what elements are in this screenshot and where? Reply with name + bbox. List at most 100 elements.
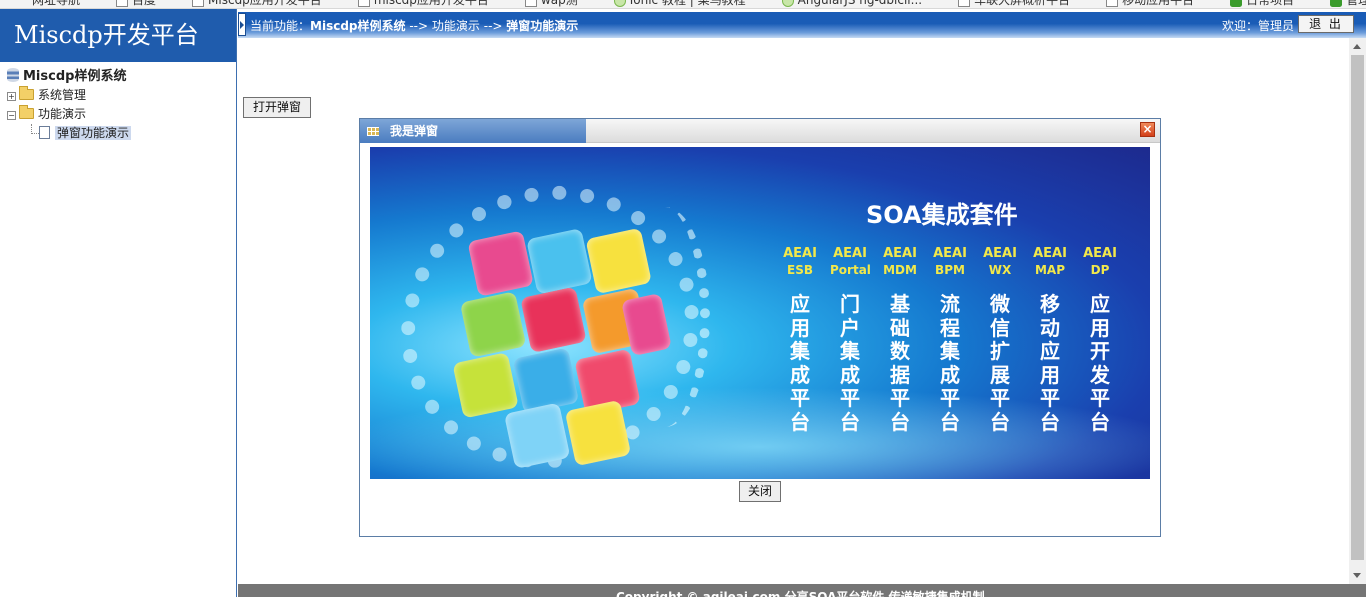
collapse-minus-icon[interactable]: − — [7, 111, 16, 120]
bookmark-item[interactable]: Ionic 教程 | 菜鸟教程 — [613, 0, 746, 8]
breadcrumb-arrow: --> — [409, 19, 429, 33]
nav-tree: Miscdp样例系统 + 系统管理 − 功能演示 弹窗功能演示 — [0, 62, 236, 143]
product-sub: Portal — [830, 263, 871, 277]
globe-icon — [613, 0, 626, 7]
bookmark-label: AngularJS ng-dblcli... — [797, 0, 923, 7]
product-code: AEAI — [1083, 246, 1117, 261]
bookmark-label: 移动应用平台 — [1122, 0, 1195, 7]
product-code: AEAI — [933, 246, 967, 261]
tree-connector — [31, 124, 39, 134]
close-icon[interactable]: × — [1140, 122, 1155, 137]
scroll-down-icon[interactable] — [1353, 573, 1361, 578]
folder-icon — [19, 86, 34, 100]
scroll-up-icon[interactable] — [1353, 44, 1361, 49]
scroll-thumb[interactable] — [1351, 55, 1364, 560]
banner-title: SOA集成套件 — [866, 201, 1018, 229]
product-code: AEAI — [783, 246, 817, 261]
product-name: 微信扩展平台 — [990, 292, 1010, 434]
document-icon — [39, 126, 50, 139]
product-code: AEAI — [883, 246, 917, 261]
tree-node-system-management[interactable]: + 系统管理 — [7, 86, 236, 105]
tree-node-label: 系统管理 — [38, 88, 87, 102]
header-bar: 当前功能：Miscdp样例系统 --> 功能演示 --> 弹窗功能演示 欢迎：管… — [238, 12, 1366, 38]
bookmark-item[interactable]: 百度 — [116, 0, 156, 8]
bookmark-label: Ionic 教程 | 菜鸟教程 — [629, 0, 746, 7]
page-icon — [524, 0, 537, 7]
product-code: AEAI — [833, 246, 867, 261]
bookmarks-list: 网址导航 百度 Miscdp应用开发平台 miscdp应用开发平台 wap测 Ionic … — [8, 0, 1366, 8]
product-column: AEAI MDM 基础数据平台 — [880, 245, 920, 434]
table-icon — [367, 127, 379, 136]
expand-plus-icon[interactable]: + — [7, 92, 16, 101]
bookmark-label: Miscdp应用开发平台 — [208, 0, 322, 7]
collapse-sidebar-handle[interactable] — [238, 13, 246, 36]
product-name: 基础数据平台 — [890, 292, 910, 434]
bookmark-label: 车联大屏概析平台 — [974, 0, 1071, 7]
bookmark-item[interactable]: 移动应用平台 — [1106, 0, 1194, 8]
page-icon — [192, 0, 205, 7]
popup-dialog: 我是弹窗 × SOA集成套件 AEAI ESB 应用集成平台 AEAI Portal 门户… — [359, 118, 1161, 537]
bookmark-item[interactable]: 车联大屏概析平台 — [958, 0, 1070, 8]
bookmark-label: 日常项目 — [1246, 0, 1295, 7]
dialog-title: 我是弹窗 — [390, 124, 439, 138]
footer: Copyright © agileai.com 分享SOA平台软件 传递敏捷集成… — [238, 584, 1366, 597]
brand-title: Miscdp开发平台 — [0, 9, 236, 62]
product-name: 应用开发平台 — [1090, 292, 1110, 434]
product-name: 应用集成平台 — [790, 292, 810, 434]
browser-bookmarks-bar: 网址导航 百度 Miscdp应用开发平台 miscdp应用开发平台 wap测 Ionic … — [0, 0, 1366, 9]
open-popup-button[interactable]: 打开弹窗 — [243, 97, 311, 118]
bookmark-item[interactable]: wap测 — [524, 0, 578, 8]
product-sub: BPM — [935, 263, 965, 277]
logout-button[interactable]: 退 出 — [1298, 15, 1354, 33]
page-icon — [1106, 0, 1119, 7]
breadcrumb-item-current: 弹窗功能演示 — [506, 19, 579, 33]
product-column: AEAI ESB 应用集成平台 — [780, 245, 820, 434]
product-column: AEAI Portal 门户集成平台 — [830, 245, 871, 434]
bookmark-item[interactable]: 管理控制台 — [1330, 0, 1366, 8]
breadcrumb-arrow: --> — [483, 19, 503, 33]
product-name: 流程集成平台 — [940, 292, 960, 434]
baidu-icon — [116, 0, 129, 7]
bookmark-label: 管理控制台 — [1346, 0, 1366, 7]
bookmark-item[interactable]: AngularJS ng-dblcli... — [781, 0, 923, 7]
product-sub: MAP — [1034, 263, 1066, 277]
leaf-icon — [1330, 0, 1343, 7]
breadcrumb-item: Miscdp样例系统 — [310, 19, 406, 33]
product-sub: MDM — [883, 263, 917, 277]
page-icon — [958, 0, 971, 7]
hao123-icon — [8, 0, 28, 7]
bookmark-item[interactable]: miscdp应用开发平台 — [357, 0, 489, 8]
tree-node-label: 功能演示 — [38, 107, 87, 121]
tree-node-label-selected: 弹窗功能演示 — [55, 126, 132, 140]
product-name: 门户集成平台 — [840, 292, 860, 434]
bookmark-item[interactable]: Miscdp应用开发平台 — [192, 0, 322, 8]
leaf-icon — [1230, 0, 1243, 7]
product-sub: ESB — [787, 263, 813, 277]
tree-node-feature-demo[interactable]: − 功能演示 — [7, 105, 236, 124]
sidebar: Miscdp开发平台 Miscdp样例系统 + 系统管理 − 功能演示 弹窗功能演示 — [0, 9, 237, 597]
product-sub: WX — [988, 263, 1012, 277]
product-column: AEAI MAP 移动应用平台 — [1030, 245, 1070, 434]
breadcrumb-prefix: 当前功能： — [250, 19, 311, 33]
dialog-close-button[interactable]: 关闭 — [739, 481, 781, 502]
soa-suite-banner: SOA集成套件 AEAI ESB 应用集成平台 AEAI Portal 门户集成平台 AEA… — [370, 147, 1150, 479]
database-icon — [7, 68, 19, 82]
bookmark-label: wap测 — [540, 0, 578, 7]
rubiks-cube-graphic — [409, 205, 692, 479]
product-code: AEAI — [1033, 246, 1067, 261]
bookmark-item[interactable]: 网址导航 — [8, 0, 80, 8]
product-name: 移动应用平台 — [1040, 292, 1060, 434]
tree-node-popup-demo[interactable]: 弹窗功能演示 — [7, 124, 236, 143]
bookmark-label: 网址导航 — [32, 0, 81, 7]
globe-icon — [781, 0, 794, 7]
tree-root[interactable]: Miscdp样例系统 — [7, 67, 236, 86]
product-list: AEAI ESB 应用集成平台 AEAI Portal 门户集成平台 AEAI MDM 基础数据… — [780, 245, 1120, 445]
product-column: AEAI DP 应用开发平台 — [1080, 245, 1120, 434]
breadcrumb-item: 功能演示 — [431, 19, 480, 33]
dialog-titlebar[interactable]: 我是弹窗 × — [360, 119, 1160, 143]
vertical-scrollbar[interactable] — [1349, 38, 1366, 584]
bookmark-label: miscdp应用开发平台 — [373, 0, 489, 7]
product-code: AEAI — [983, 246, 1017, 261]
product-column: AEAI BPM 流程集成平台 — [930, 245, 970, 434]
bookmark-item[interactable]: 日常项目 — [1230, 0, 1294, 8]
